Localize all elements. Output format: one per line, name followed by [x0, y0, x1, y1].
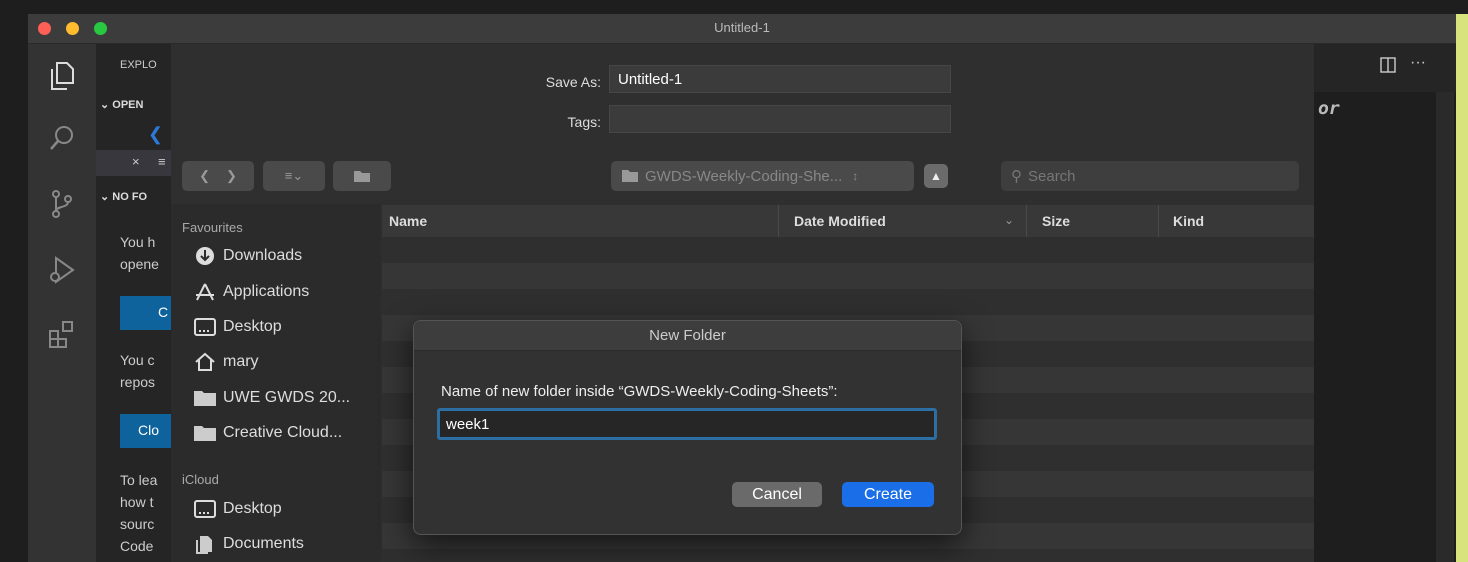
icloud-item-documents[interactable]: Documents [193, 534, 304, 554]
collapse-panel-button[interactable]: ▲ [924, 164, 948, 188]
favourite-label: Applications [223, 283, 310, 300]
tags-label: Tags: [567, 114, 601, 130]
save-as-input[interactable] [609, 65, 951, 93]
open-editors-section[interactable]: ⌄ OPEN [100, 98, 143, 111]
column-header-row: Name Date Modified ⌄ Size Kind [382, 205, 1314, 237]
back-arrow-icon[interactable]: ❮ [199, 168, 210, 184]
forward-arrow-icon[interactable]: ❯ [226, 168, 237, 184]
dialog-title: New Folder [414, 321, 961, 351]
desktop-icon [193, 499, 217, 519]
location-popup[interactable]: GWDS-Weekly-Coding-She... ↕ [611, 161, 914, 191]
folder-icon [193, 423, 217, 443]
finder-sidebar: Favourites Downloads Applications Deskto… [171, 204, 381, 562]
new-folder-dialog: New Folder Name of new folder inside “GW… [413, 320, 962, 535]
favourite-item-desktop[interactable]: Desktop [193, 317, 282, 337]
folder-icon [193, 388, 217, 408]
back-forward-buttons[interactable]: ❮ ❯ [182, 161, 254, 191]
title-bar: Untitled-1 [28, 14, 1456, 44]
favourites-header: Favourites [182, 220, 243, 235]
activity-bar [28, 44, 96, 562]
chevron-down-icon: ⌄ [100, 99, 113, 111]
sidebar-text-line: opene [120, 256, 159, 272]
vscode-file-icon: ❮ [148, 124, 164, 144]
open-editors-label: OPEN [112, 99, 144, 111]
folder-name-input[interactable] [437, 408, 937, 440]
favourite-label: mary [223, 353, 259, 370]
editor-area: ··· or [1314, 44, 1456, 562]
tags-input[interactable] [609, 105, 951, 133]
home-icon [193, 352, 217, 372]
sidebar-text-line: You h [120, 234, 156, 250]
search-field[interactable]: ⚲ Search [1001, 161, 1299, 191]
column-kind[interactable]: Kind [1173, 213, 1204, 229]
column-size[interactable]: Size [1042, 213, 1070, 229]
split-editor-icon[interactable] [1380, 57, 1396, 78]
favourite-label: Desktop [223, 318, 282, 335]
location-label: GWDS-Weekly-Coding-She... [645, 167, 843, 185]
editor-ghost-text: or [1318, 98, 1340, 119]
cancel-button[interactable]: Cancel [732, 482, 822, 507]
sidebar-text-line: To lea [120, 472, 158, 488]
sidebar-text-line: Code [120, 538, 154, 554]
downloads-icon [193, 246, 217, 266]
create-button[interactable]: Create [842, 482, 934, 507]
new-folder-button[interactable] [333, 161, 391, 191]
no-folder-label: NO FO [112, 191, 148, 203]
extensions-icon[interactable] [42, 314, 82, 354]
editor-tab-bar: ··· [1314, 44, 1456, 92]
favourite-item-uwe[interactable]: UWE GWDS 20... [193, 388, 350, 408]
icloud-label: Documents [223, 535, 304, 552]
run-debug-icon[interactable] [42, 250, 82, 290]
icloud-item-desktop[interactable]: Desktop [193, 499, 282, 519]
search-icon[interactable] [42, 118, 82, 158]
chevron-down-icon: ⌄ [100, 191, 113, 203]
dialog-prompt: Name of new folder inside “GWDS-Weekly-C… [441, 383, 838, 400]
more-actions-icon[interactable]: ··· [1410, 54, 1426, 72]
file-row [382, 289, 1314, 315]
file-row [382, 237, 1314, 263]
editor-tab-label[interactable]: ≡ [158, 154, 166, 169]
file-row [382, 263, 1314, 289]
sort-chevron-icon: ⌄ [1004, 213, 1015, 227]
desktop-icon [193, 317, 217, 337]
favourite-item-downloads[interactable]: Downloads [193, 246, 302, 266]
explorer-header: EXPLO [120, 59, 157, 71]
column-date-modified[interactable]: Date Modified [794, 213, 886, 229]
folder-icon [622, 170, 638, 182]
favourite-label: UWE GWDS 20... [223, 389, 351, 406]
window-title: Untitled-1 [714, 20, 770, 35]
clone-repository-button[interactable]: Clo [120, 414, 171, 448]
icloud-header: iCloud [182, 472, 219, 487]
source-control-icon[interactable] [42, 184, 82, 224]
favourite-item-home[interactable]: mary [193, 352, 259, 372]
search-icon: ⚲ [1011, 168, 1022, 185]
no-folder-section[interactable]: ⌄ NO FO [100, 190, 147, 203]
sidebar-text-line: You c [120, 352, 155, 368]
window-edge [1456, 14, 1468, 562]
sidebar-text-line: sourc [120, 516, 155, 532]
save-as-label: Save As: [545, 74, 601, 90]
new-folder-icon [354, 171, 370, 182]
view-options-button[interactable]: ≡⌄ [263, 161, 325, 191]
favourite-item-creative-cloud[interactable]: Creative Cloud... [193, 423, 342, 443]
close-editor-icon[interactable]: × [132, 154, 140, 169]
favourite-label: Downloads [223, 247, 303, 264]
applications-icon [193, 282, 217, 302]
scrollbar-track[interactable] [1436, 92, 1454, 562]
explorer-files-icon[interactable] [42, 56, 82, 96]
open-folder-button[interactable]: C [120, 296, 171, 330]
chevron-up-icon: ▲ [930, 169, 942, 183]
list-view-icon: ≡⌄ [284, 168, 304, 183]
documents-icon [193, 534, 217, 554]
search-placeholder: Search [1028, 167, 1076, 185]
explorer-sidebar: EXPLO ⌄ OPEN ❮ × ≡ ⌄ NO FO You h opene C… [96, 44, 171, 562]
favourite-label: Creative Cloud... [223, 424, 343, 441]
sidebar-text-line: how t [120, 494, 154, 510]
column-name[interactable]: Name [389, 213, 427, 229]
vscode-window: Untitled-1 EXPLO ⌄ OPEN ❮ × ≡ ⌄ NO FO Yo… [0, 0, 1468, 562]
favourite-item-applications[interactable]: Applications [193, 282, 309, 302]
sidebar-text-line: repos [120, 374, 156, 390]
updown-chevron-icon: ↕ [852, 169, 859, 183]
icloud-label: Desktop [223, 500, 282, 517]
